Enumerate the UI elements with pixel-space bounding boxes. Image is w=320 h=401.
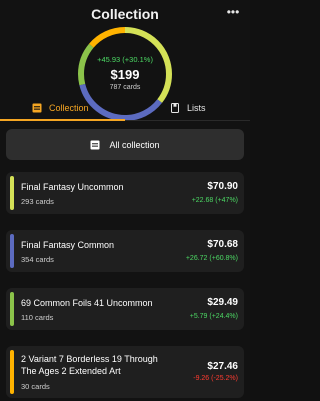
series-color-bar [10, 350, 14, 394]
all-collection-label: All collection [109, 139, 160, 150]
series-color-bar [10, 292, 14, 326]
list-item[interactable]: Final Fantasy Uncommon 293 cards $70.90 … [6, 172, 244, 214]
tab-bar: Collection Lists [0, 98, 250, 118]
list-item-count: 354 cards [21, 255, 54, 264]
list-icon [171, 103, 179, 113]
list-item-value: $70.68 [207, 239, 238, 250]
list-item-value: $29.49 [207, 297, 238, 308]
list-item-value: $70.90 [207, 181, 238, 192]
list-item-name: 2 Variant 7 Borderless 19 Through The Ag… [21, 354, 158, 376]
tab-lists-label: Lists [187, 103, 206, 113]
list-item-change: +22.68 (+47%) [191, 197, 238, 204]
list-item-change: +26.72 (+60.8%) [185, 255, 238, 262]
ellipsis-icon[interactable]: ••• [225, 4, 241, 20]
collection-screen: Collection ••• +45.93 (+30.1%) $199 787 … [0, 0, 250, 401]
list-item-change: +5.79 (+24.4%) [189, 313, 238, 320]
list-item[interactable]: 2 Variant 7 Borderless 19 Through The Ag… [6, 346, 244, 398]
list-item-name: 69 Common Foils 41 Uncommon [21, 298, 153, 308]
list-item-count: 110 cards [21, 313, 54, 322]
series-color-bar [10, 234, 14, 268]
active-tab-indicator [0, 119, 125, 121]
page-title: Collection [91, 6, 159, 22]
series-color-bar [10, 176, 14, 210]
tab-lists[interactable]: Lists [170, 98, 206, 118]
total-value: $199 [110, 67, 140, 82]
list-item-count: 30 cards [21, 382, 50, 391]
tab-collection-label: Collection [49, 103, 89, 113]
list-item-value: $27.46 [207, 361, 238, 372]
all-collection-button[interactable]: All collection [6, 129, 244, 160]
total-change: +45.93 (+30.1%) [97, 55, 153, 64]
list-item[interactable]: 69 Common Foils 41 Uncommon 110 cards $2… [6, 288, 244, 330]
tab-divider [125, 120, 250, 121]
collection-icon [90, 140, 100, 149]
collection-icon [32, 103, 42, 113]
total-card-count: 787 cards [109, 84, 141, 91]
tab-collection[interactable]: Collection [32, 98, 89, 118]
list-item-name: Final Fantasy Common [21, 240, 115, 250]
list-item-name: Final Fantasy Uncommon [21, 182, 124, 192]
list-item-count: 293 cards [21, 197, 54, 206]
list-item[interactable]: Final Fantasy Common 354 cards $70.68 +2… [6, 230, 244, 272]
list-item-change: -9.26 (-25.2%) [193, 375, 238, 382]
